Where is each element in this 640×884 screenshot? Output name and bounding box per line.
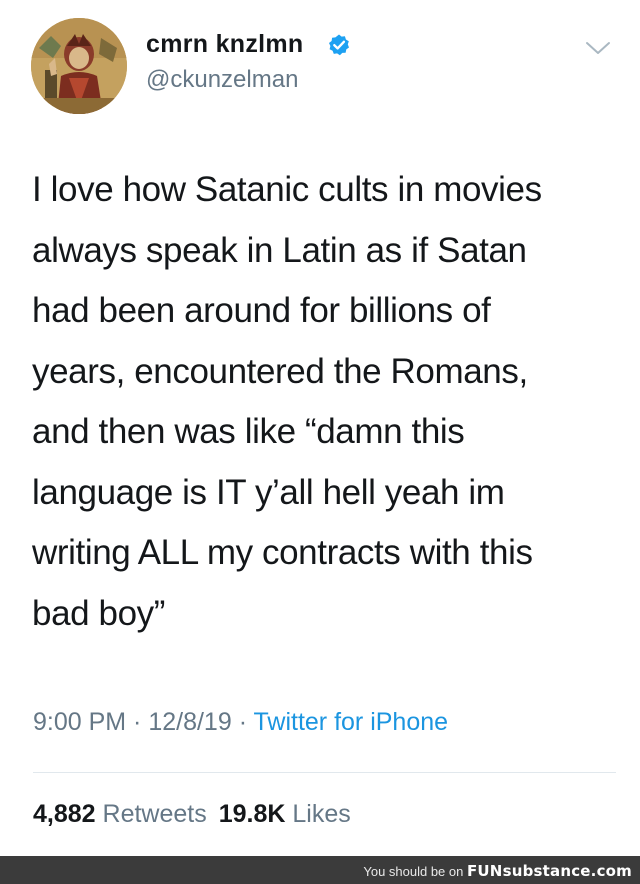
avatar-image [31,18,127,114]
watermark-text: You should be on FUNsubstance.com [363,862,632,880]
meta-separator: · [231,708,254,736]
tweet-text-line: years, encountered the Romans, [32,351,528,391]
tweet-source-link[interactable]: Twitter for iPhone [254,708,449,736]
avatar[interactable] [31,18,127,114]
likes-count: 19.8K [218,800,286,828]
meta-separator: · [126,708,149,736]
watermark-prefix: You should be on [363,864,467,879]
retweets-label: Retweets [102,800,207,828]
chevron-down-icon[interactable] [584,38,612,58]
tweet-text-line: bad boy” [32,593,166,633]
watermark-brand: FUNsubstance.com [466,862,632,880]
tweet-text-line: and then was like “damn this [32,412,465,451]
tweet-text-line: I love how Satanic cults in movies [32,170,542,209]
tweet-text-line: writing ALL my contracts with this [32,533,533,572]
tweet-stats: 4,882 Retweets 19.8K Likes [33,800,351,829]
divider [33,772,616,773]
likes-label: Likes [292,800,351,828]
retweets-count: 4,882 [33,800,96,828]
tweet-text-line: language is IT y’all hell yeah im [32,472,505,512]
tweet-text-line: had been around for billions of [32,291,491,330]
tweet-date[interactable]: 12/8/19 [148,708,231,736]
user-handle[interactable]: @ckunzelman [146,66,298,94]
retweets-stat[interactable]: 4,882 Retweets [33,800,207,828]
display-name[interactable]: cmrn knzlmn [146,30,304,59]
tweet-time[interactable]: 9:00 PM [33,708,126,736]
tweet-card: cmrn knzlmn @ckunzelman I love how Satan… [0,0,640,856]
likes-stat[interactable]: 19.8K Likes [219,800,351,828]
verified-badge-icon [329,34,349,56]
tweet-text: I love how Satanic cults in movies alway… [32,160,622,644]
watermark-footer: You should be on FUNsubstance.com [0,856,640,884]
tweet-text-line: always speak in Latin as if Satan [32,230,527,270]
tweet-meta: 9:00 PM · 12/8/19 · Twitter for iPhone [33,708,448,737]
